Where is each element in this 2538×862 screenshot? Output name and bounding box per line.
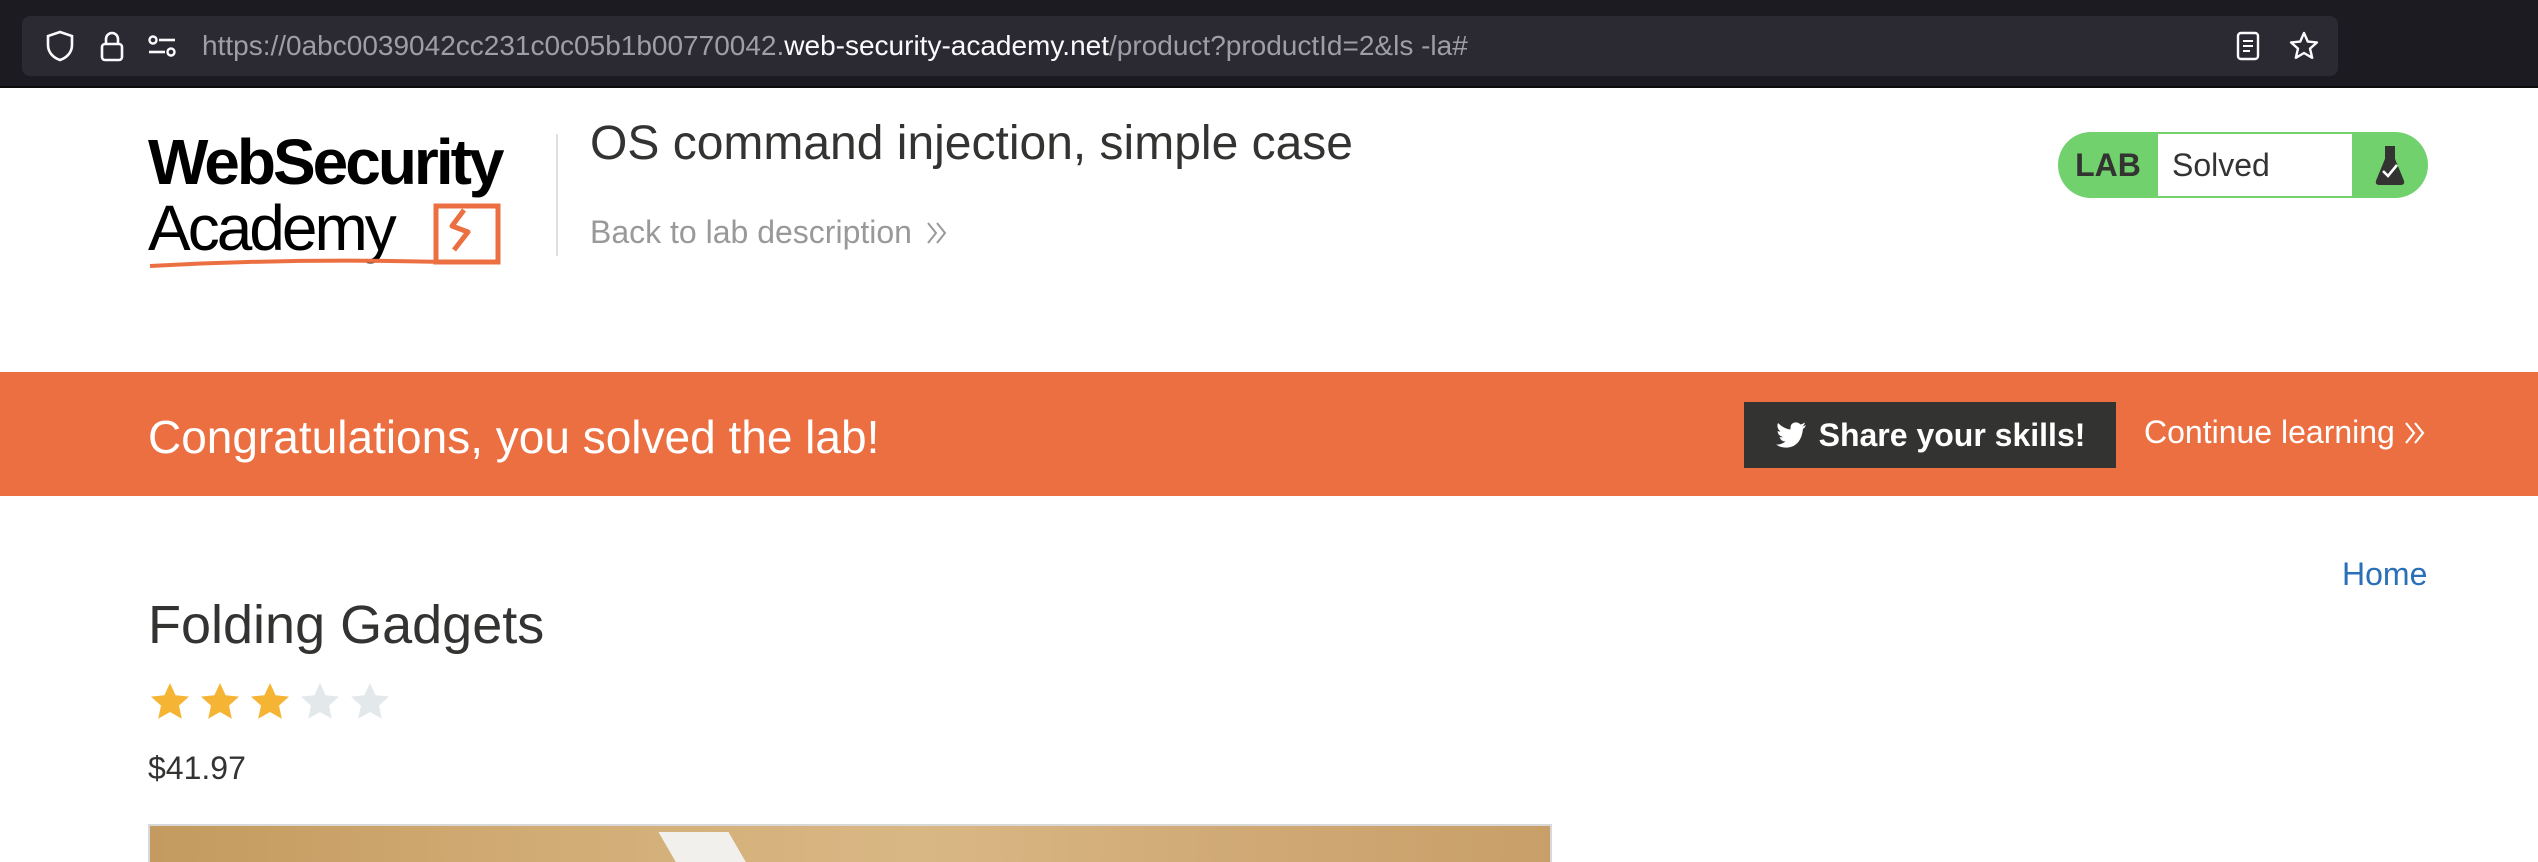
header-divider [556, 134, 558, 256]
banner-message: Congratulations, you solved the lab! [148, 411, 880, 463]
lab-title: OS command injection, simple case [590, 117, 1353, 170]
lab-status-widget: LAB Solved [2058, 132, 2428, 198]
lab-status-label: LAB [2075, 146, 2141, 183]
product-rating [148, 680, 392, 724]
star-filled-icon [251, 683, 289, 719]
star-filled-icon [151, 683, 189, 719]
lab-status-value: Solved [2158, 134, 2352, 196]
double-chevron-right-icon [927, 221, 947, 244]
star-empty-icon [351, 683, 389, 719]
reader-view-icon[interactable] [2232, 30, 2264, 62]
continue-learning-label: Continue learning [2144, 414, 2395, 450]
solved-banner: Congratulations, you solved the lab! Sha… [0, 372, 2538, 496]
product-image [148, 824, 1552, 862]
double-chevron-right-icon [2404, 421, 2425, 444]
url-host: web-security-academy.net [784, 30, 1110, 61]
back-link-label: Back to lab description [590, 214, 912, 250]
twitter-icon [1775, 422, 1806, 448]
url-path: /product?productId=2&ls -la# [1109, 30, 1468, 61]
url-prefix: https://0abc0039042cc231c0c05b1b00770042… [202, 30, 785, 61]
logo-line-2: Academy [148, 192, 397, 264]
web-security-academy-logo[interactable]: WebSecurity Academy [146, 126, 556, 278]
home-link[interactable]: Home [2342, 556, 2427, 593]
star-empty-icon [301, 683, 339, 719]
url-text[interactable]: https://0abc0039042cc231c0c05b1b00770042… [202, 30, 1468, 62]
flask-icon [2352, 132, 2428, 198]
continue-learning-link[interactable]: Continue learning [2144, 414, 2429, 451]
address-bar[interactable]: https://0abc0039042cc231c0c05b1b00770042… [22, 16, 2338, 76]
product-image-detail [658, 832, 752, 862]
shield-icon[interactable] [44, 30, 76, 62]
product-price: $41.97 [148, 750, 246, 786]
share-button-label: Share your skills! [1818, 416, 2086, 453]
bookmark-star-icon[interactable] [2288, 30, 2320, 62]
back-to-lab-description-link[interactable]: Back to lab description [590, 214, 952, 251]
product-title: Folding Gadgets [148, 595, 545, 655]
star-filled-icon [201, 683, 239, 719]
share-skills-button[interactable]: Share your skills! [1744, 402, 2116, 468]
site-settings-icon[interactable] [146, 30, 178, 62]
logo-line-1: WebSecurity [148, 128, 505, 198]
lock-icon[interactable] [96, 30, 128, 62]
browser-toolbar: https://0abc0039042cc231c0c05b1b00770042… [0, 0, 2538, 88]
